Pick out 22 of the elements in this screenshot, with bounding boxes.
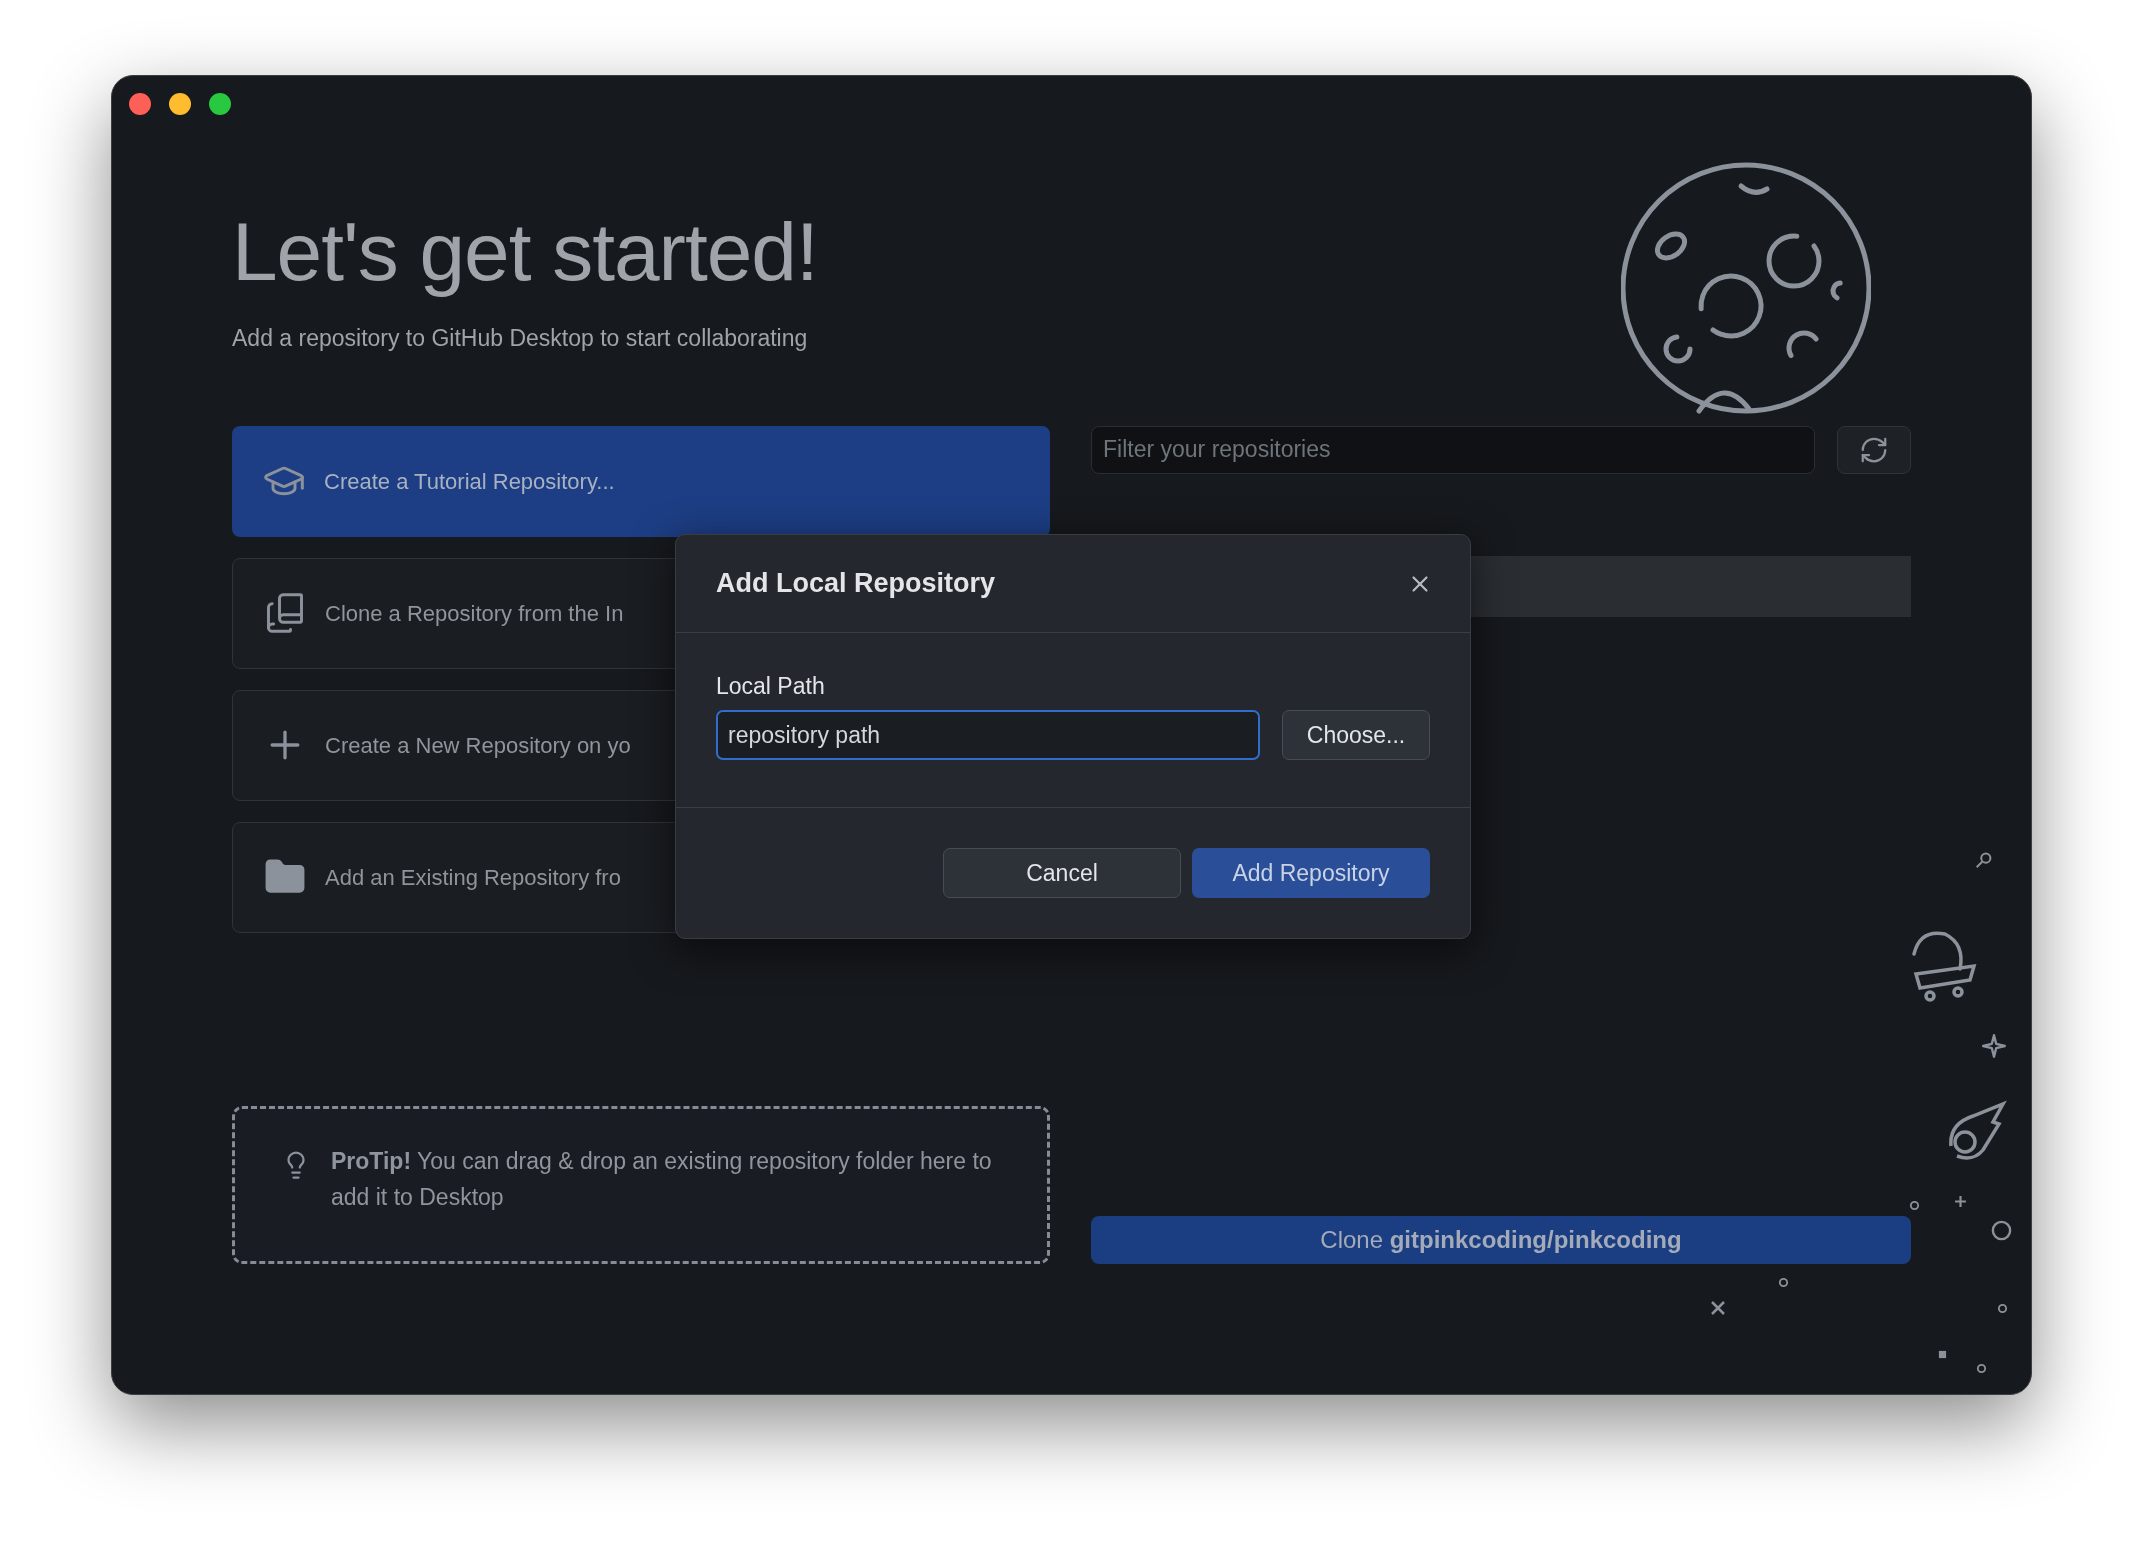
cancel-button[interactable]: Cancel [943,848,1181,898]
minimize-button[interactable] [169,93,191,115]
dot-icon [1909,1200,1920,1211]
action-button[interactable]: Create a Tutorial Repository... [232,425,1050,537]
ring-icon [1990,1219,2013,1242]
cross-icon [1710,1300,1726,1316]
dialog-title: Add Local Repository [716,567,996,601]
choose-button[interactable]: Choose... [1282,710,1430,760]
plus-icon [1954,1195,1967,1208]
sparkle-icon [1981,1033,2007,1059]
dot-icon [1997,1303,2008,1314]
local-path-field[interactable]: repository path [716,710,1260,760]
filter-field[interactable]: Filter your repositories [1091,425,1815,474]
add-repository-button[interactable]: Add Repository [1192,848,1430,898]
page-subtitle: Add a repository to GitHub Desktop to start collaborating [232,324,809,353]
zoom-button[interactable] [209,93,231,115]
close-button[interactable] [129,93,151,115]
clone-button[interactable]: Clone gitpinkcoding/pinkcoding [1091,1215,1911,1264]
refresh-button[interactable] [1837,425,1911,474]
dot-icon [1778,1277,1789,1288]
dot-icon [1976,1363,1987,1374]
protip-text: ProTip! You can drag & drop an existing repository folder here to add it to Desktop [331,1146,993,1212]
